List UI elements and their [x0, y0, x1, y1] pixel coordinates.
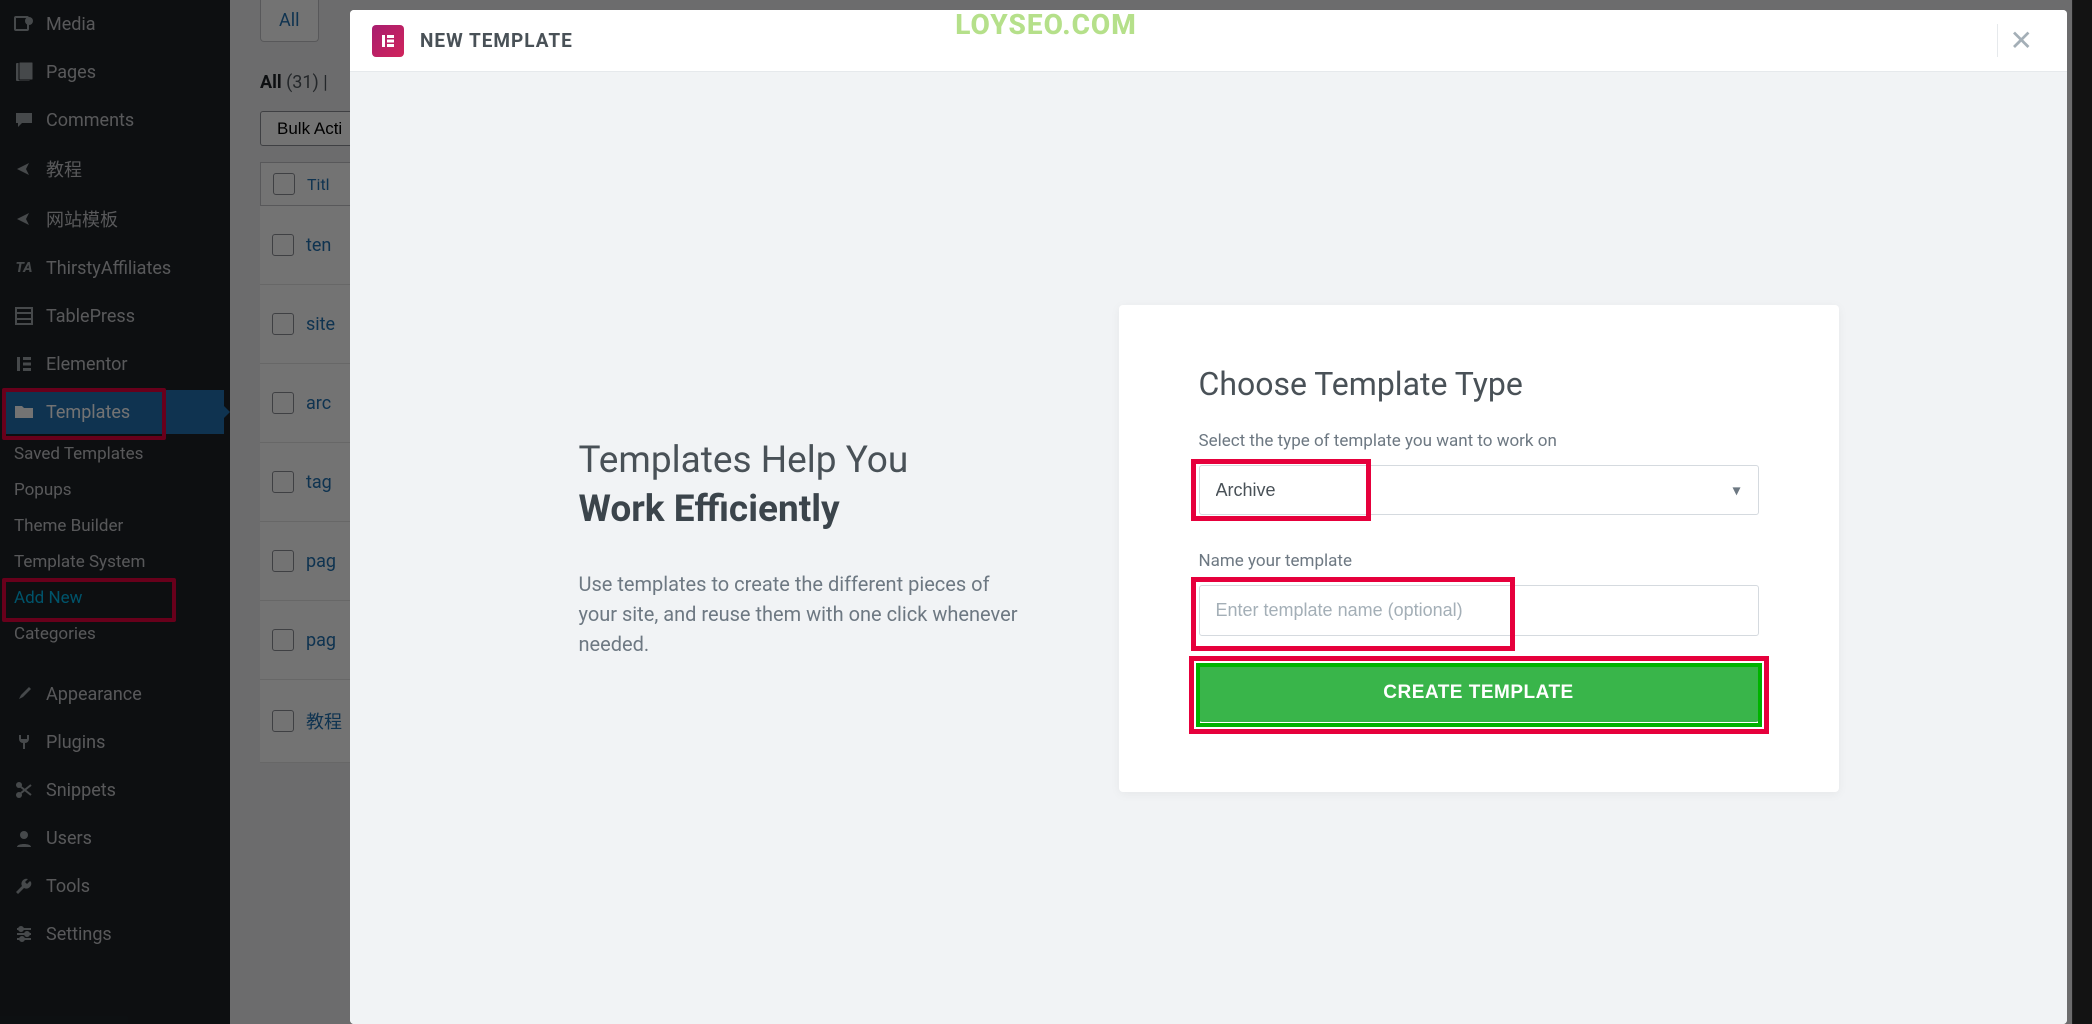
new-template-modal: NEW TEMPLATE ✕ Templates Help You Work E…	[350, 10, 2067, 1024]
template-type-select[interactable]: Archive	[1199, 465, 1759, 515]
modal-body: Templates Help You Work Efficiently Use …	[350, 72, 2067, 1024]
template-name-label: Name your template	[1199, 551, 1759, 571]
template-type-label: Select the type of template you want to …	[1199, 431, 1759, 451]
template-name-input[interactable]	[1199, 585, 1759, 636]
close-button[interactable]: ✕	[1997, 24, 2045, 57]
modal-header: NEW TEMPLATE ✕	[350, 10, 2067, 72]
modal-title: NEW TEMPLATE	[420, 29, 573, 52]
elementor-logo-icon	[372, 25, 404, 57]
create-template-button[interactable]: CREATE TEMPLATE	[1199, 664, 1759, 722]
modal-intro-title: Templates Help You Work Efficiently	[579, 437, 1019, 533]
form-title: Choose Template Type	[1199, 365, 1759, 403]
modal-form-panel: Choose Template Type Select the type of …	[1119, 305, 1839, 792]
modal-left-panel: Templates Help You Work Efficiently Use …	[579, 437, 1019, 658]
close-icon: ✕	[2010, 24, 2033, 57]
modal-intro-desc: Use templates to create the different pi…	[579, 569, 1019, 659]
